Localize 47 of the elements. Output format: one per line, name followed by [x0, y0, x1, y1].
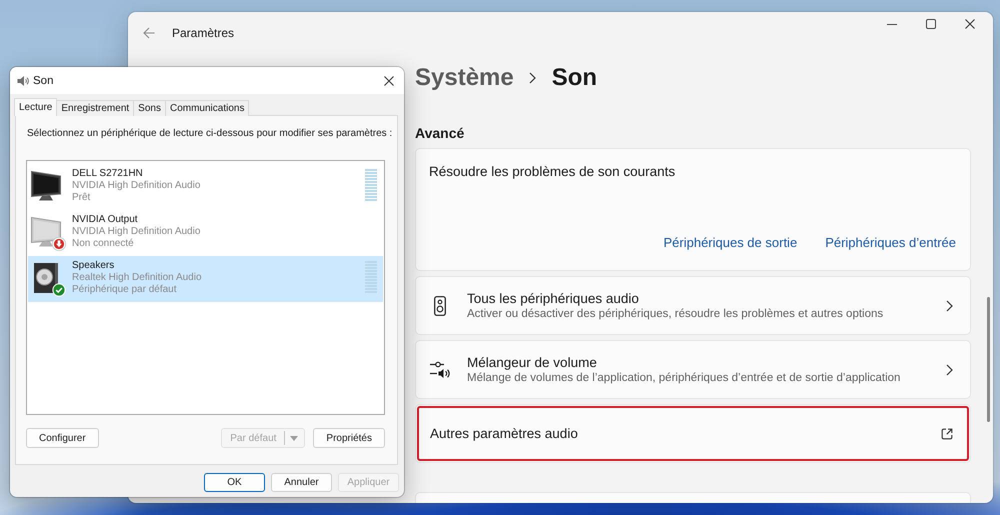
device-driver: NVIDIA High Definition Audio	[72, 180, 200, 192]
device-link[interactable]: Périphériques de sortie	[663, 234, 798, 252]
slider-speaker-icon	[430, 361, 450, 378]
device-status: Périphérique par défaut	[72, 284, 177, 296]
card-title: Résoudre les problèmes de son courants	[429, 163, 676, 181]
dialog-title: Son	[33, 74, 54, 86]
speaker-icon	[434, 296, 446, 316]
device-name: DELL S2721HN	[72, 168, 143, 180]
device-name: NVIDIA Output	[72, 214, 138, 226]
tab[interactable]: Enregistrement	[56, 100, 134, 116]
instruction-text: Sélectionnez un périphérique de lecture ci-dessous pour modifier ses paramètres :	[27, 127, 392, 141]
chevron-right-icon	[528, 72, 536, 84]
speaker-icon	[17, 74, 29, 86]
settings-row[interactable]: Autres paramètres audio	[415, 404, 971, 463]
device-link[interactable]: Périphériques d’entrée	[825, 234, 956, 252]
dialog-button[interactable]: Propriétés	[313, 428, 385, 448]
row-description: Activer ou désactiver des périphériques, résoudre les problèmes et autres options	[467, 306, 884, 322]
device-status: Prêt	[72, 192, 90, 204]
tab[interactable]: Sons	[133, 100, 166, 116]
device-name: Speakers	[72, 260, 114, 272]
device-row[interactable]: Speakers Realtek High Definition Audio Périphérique par défaut	[28, 256, 383, 302]
maximize-icon[interactable]	[926, 19, 936, 29]
dialog-button[interactable]: Configurer	[26, 428, 99, 448]
row-title: Mélangeur de volume	[467, 354, 597, 370]
breadcrumb-link[interactable]: Système	[415, 64, 514, 92]
window-title: Paramètres	[172, 26, 234, 40]
page-title: Son	[552, 64, 598, 92]
tab[interactable]: Lecture	[14, 98, 58, 116]
dialog-button[interactable]: Annuler	[271, 473, 332, 492]
section-heading: Avancé	[415, 124, 464, 143]
row-title: Tous les périphériques audio	[467, 290, 639, 306]
settings-row[interactable]: Tous les périphériques audio Activer ou désactiver des périphériques, résoudre les problèmes et autres options	[415, 276, 971, 335]
scrollbar[interactable]	[987, 297, 990, 422]
close-icon[interactable]	[384, 76, 394, 86]
device-driver: Realtek High Definition Audio	[72, 272, 202, 284]
device-driver: NVIDIA High Definition Audio	[72, 226, 200, 238]
back-arrow-icon[interactable]	[143, 27, 155, 39]
dialog-button[interactable]: OK	[204, 473, 265, 492]
device-status: Non connecté	[72, 238, 134, 250]
device-row[interactable]: DELL S2721HN NVIDIA High Definition Audio Prêt	[28, 164, 383, 210]
tab[interactable]: Communications	[164, 100, 250, 116]
caret-down-icon	[290, 436, 298, 440]
row-title: Autres paramètres audio	[430, 425, 578, 442]
row-description: Mélange de volumes de l’application, périphériques d’entrée et de sortie d’application	[467, 370, 900, 386]
device-row[interactable]: NVIDIA Output NVIDIA High Definition Audio Non connecté	[28, 210, 383, 256]
settings-row[interactable]: Mélangeur de volume Mélange de volumes de l’application, périphériques d’entrée et de sortie d’application	[415, 340, 971, 399]
close-icon[interactable]	[965, 19, 975, 29]
